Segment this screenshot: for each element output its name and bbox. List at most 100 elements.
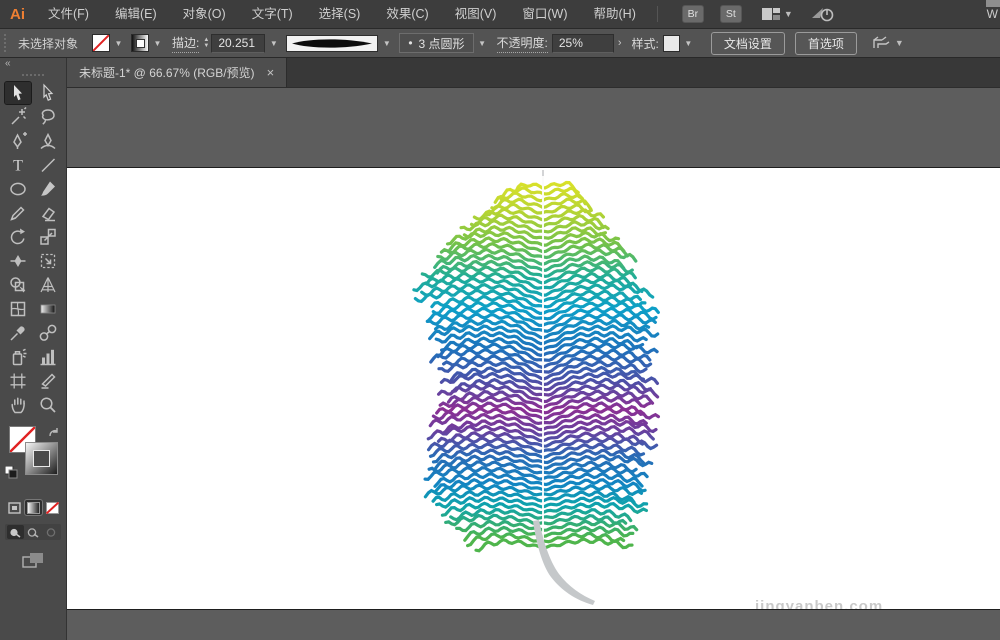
default-fill-stroke-icon[interactable]: [5, 466, 18, 479]
tool-line-segment[interactable]: [35, 154, 61, 176]
br-panel-button[interactable]: Br: [682, 5, 704, 23]
tool-free-transform[interactable]: [35, 250, 61, 272]
tool-perspective-grid[interactable]: [35, 274, 61, 296]
menu-item-4[interactable]: 选择(S): [306, 0, 374, 28]
chevron-down-icon[interactable]: ▼: [267, 39, 280, 48]
fill-color-swatch[interactable]: [92, 34, 110, 52]
tool-artboard[interactable]: [5, 370, 31, 392]
chevron-right-icon[interactable]: ›: [618, 37, 622, 49]
draw-normal-button[interactable]: [7, 525, 24, 539]
document-tab-title: 未标题-1* @ 66.67% (RGB/预览): [79, 64, 255, 81]
draw-behind-button[interactable]: [25, 525, 42, 539]
menu-items: 文件(F)编辑(E)对象(O)文字(T)选择(S)效果(C)视图(V)窗口(W)…: [35, 0, 649, 28]
menu-item-6[interactable]: 视图(V): [442, 0, 510, 28]
style-label: 样式:: [632, 35, 659, 52]
tool-curvature[interactable]: [35, 130, 61, 152]
gradient-mode-button[interactable]: [25, 500, 42, 515]
tool-ellipse[interactable]: [5, 178, 31, 200]
selection-status: 未选择对象: [18, 35, 78, 52]
draw-inside-button[interactable]: [43, 525, 60, 539]
brush-definition[interactable]: • 3 点圆形: [399, 33, 473, 53]
st-panel-button[interactable]: St: [720, 5, 742, 23]
align-options[interactable]: ▼: [871, 35, 904, 51]
tool-direct-selection[interactable]: [35, 82, 61, 104]
document-area: 未标题-1* @ 66.67% (RGB/预览) × jingyanben.co…: [67, 58, 1000, 640]
fill-stroke-indicator: [0, 426, 66, 492]
artboard[interactable]: jingyanben.com: [67, 167, 1000, 610]
tool-shape-builder[interactable]: [5, 274, 31, 296]
close-icon[interactable]: ×: [267, 66, 275, 79]
tool-selection[interactable]: [5, 82, 31, 104]
truncated-right-text: W: [987, 7, 1000, 21]
tool-pen[interactable]: [5, 130, 31, 152]
paint-mode-buttons: [0, 500, 66, 515]
tool-mesh[interactable]: [5, 298, 31, 320]
tool-magic-wand[interactable]: [5, 106, 31, 128]
svg-text:T: T: [13, 158, 23, 175]
tool-eyedropper[interactable]: [5, 322, 31, 344]
none-mode-button[interactable]: [44, 500, 61, 515]
chevron-down-icon[interactable]: ▼: [682, 39, 695, 48]
tool-width[interactable]: [5, 250, 31, 272]
tool-hand[interactable]: [5, 394, 31, 416]
brush-dot: •: [408, 36, 412, 50]
opacity-label[interactable]: 不透明度:: [497, 34, 548, 53]
drawing-mode-buttons: [5, 524, 61, 540]
chevron-down-icon[interactable]: ▼: [380, 39, 393, 48]
tool-zoom[interactable]: [35, 394, 61, 416]
feather-artwork[interactable]: [67, 168, 1000, 610]
share-icon[interactable]: [811, 6, 835, 22]
workspace-switcher[interactable]: ▼: [762, 7, 793, 21]
tool-lasso[interactable]: [35, 106, 61, 128]
panel-drag-grip[interactable]: [22, 74, 44, 76]
stroke-weight-value[interactable]: 20.251: [211, 34, 265, 53]
brush-name: 3 点圆形: [419, 35, 465, 52]
app-logo-icon: Ai: [0, 6, 35, 23]
tool-column-graph[interactable]: [35, 346, 61, 368]
panel-grip[interactable]: [4, 34, 9, 52]
opacity-value[interactable]: 25%: [552, 34, 614, 53]
tool-blend[interactable]: [35, 322, 61, 344]
chevron-down-icon: ▼: [895, 39, 904, 48]
chevron-down-icon[interactable]: ▼: [112, 39, 125, 48]
stroke-indicator-gradient[interactable]: [25, 442, 58, 475]
tool-grid: T: [0, 82, 66, 416]
tool-scale[interactable]: [35, 226, 61, 248]
main-row: « T: [0, 58, 1000, 640]
canvas-pasteboard[interactable]: jingyanben.com: [67, 88, 1000, 640]
tool-gradient[interactable]: [35, 298, 61, 320]
tool-eraser[interactable]: [35, 202, 61, 224]
width-profile-preview[interactable]: [286, 35, 378, 52]
menu-item-3[interactable]: 文字(T): [239, 0, 306, 28]
screen-mode-button[interactable]: [0, 552, 66, 569]
menu-item-1[interactable]: 编辑(E): [102, 0, 170, 28]
menu-separator: [657, 6, 658, 22]
app-buttons: Br St: [666, 5, 742, 23]
menu-item-8[interactable]: 帮助(H): [581, 0, 649, 28]
chevron-down-icon[interactable]: ▼: [476, 39, 489, 48]
document-setup-button[interactable]: 文档设置: [711, 32, 785, 55]
document-tab[interactable]: 未标题-1* @ 66.67% (RGB/预览) ×: [67, 58, 287, 87]
stroke-color-swatch[interactable]: [131, 34, 149, 52]
style-swatch[interactable]: [663, 35, 680, 52]
panel-collapse-button[interactable]: «: [0, 58, 66, 72]
tool-pencil[interactable]: [5, 202, 31, 224]
swap-fill-stroke-icon[interactable]: [47, 427, 61, 440]
menu-item-5[interactable]: 效果(C): [373, 0, 441, 28]
stroke-hole: [34, 451, 49, 466]
chevron-down-icon[interactable]: ▼: [151, 39, 164, 48]
tool-symbol-sprayer[interactable]: [5, 346, 31, 368]
tool-rotate[interactable]: [5, 226, 31, 248]
preferences-button[interactable]: 首选项: [795, 32, 857, 55]
tool-slice[interactable]: [35, 370, 61, 392]
stroke-weight-label[interactable]: 描边:: [172, 34, 199, 53]
stroke-weight-stepper[interactable]: ▲▼: [203, 38, 209, 49]
menu-item-0[interactable]: 文件(F): [35, 0, 102, 28]
menu-item-7[interactable]: 窗口(W): [509, 0, 580, 28]
illustrator-app: Ai 文件(F)编辑(E)对象(O)文字(T)选择(S)效果(C)视图(V)窗口…: [0, 0, 1000, 640]
tool-type[interactable]: T: [5, 154, 31, 176]
color-mode-button[interactable]: [6, 500, 23, 515]
menu-item-2[interactable]: 对象(O): [170, 0, 239, 28]
tab-bar: 未标题-1* @ 66.67% (RGB/预览) ×: [67, 58, 1000, 88]
tool-paintbrush[interactable]: [35, 178, 61, 200]
